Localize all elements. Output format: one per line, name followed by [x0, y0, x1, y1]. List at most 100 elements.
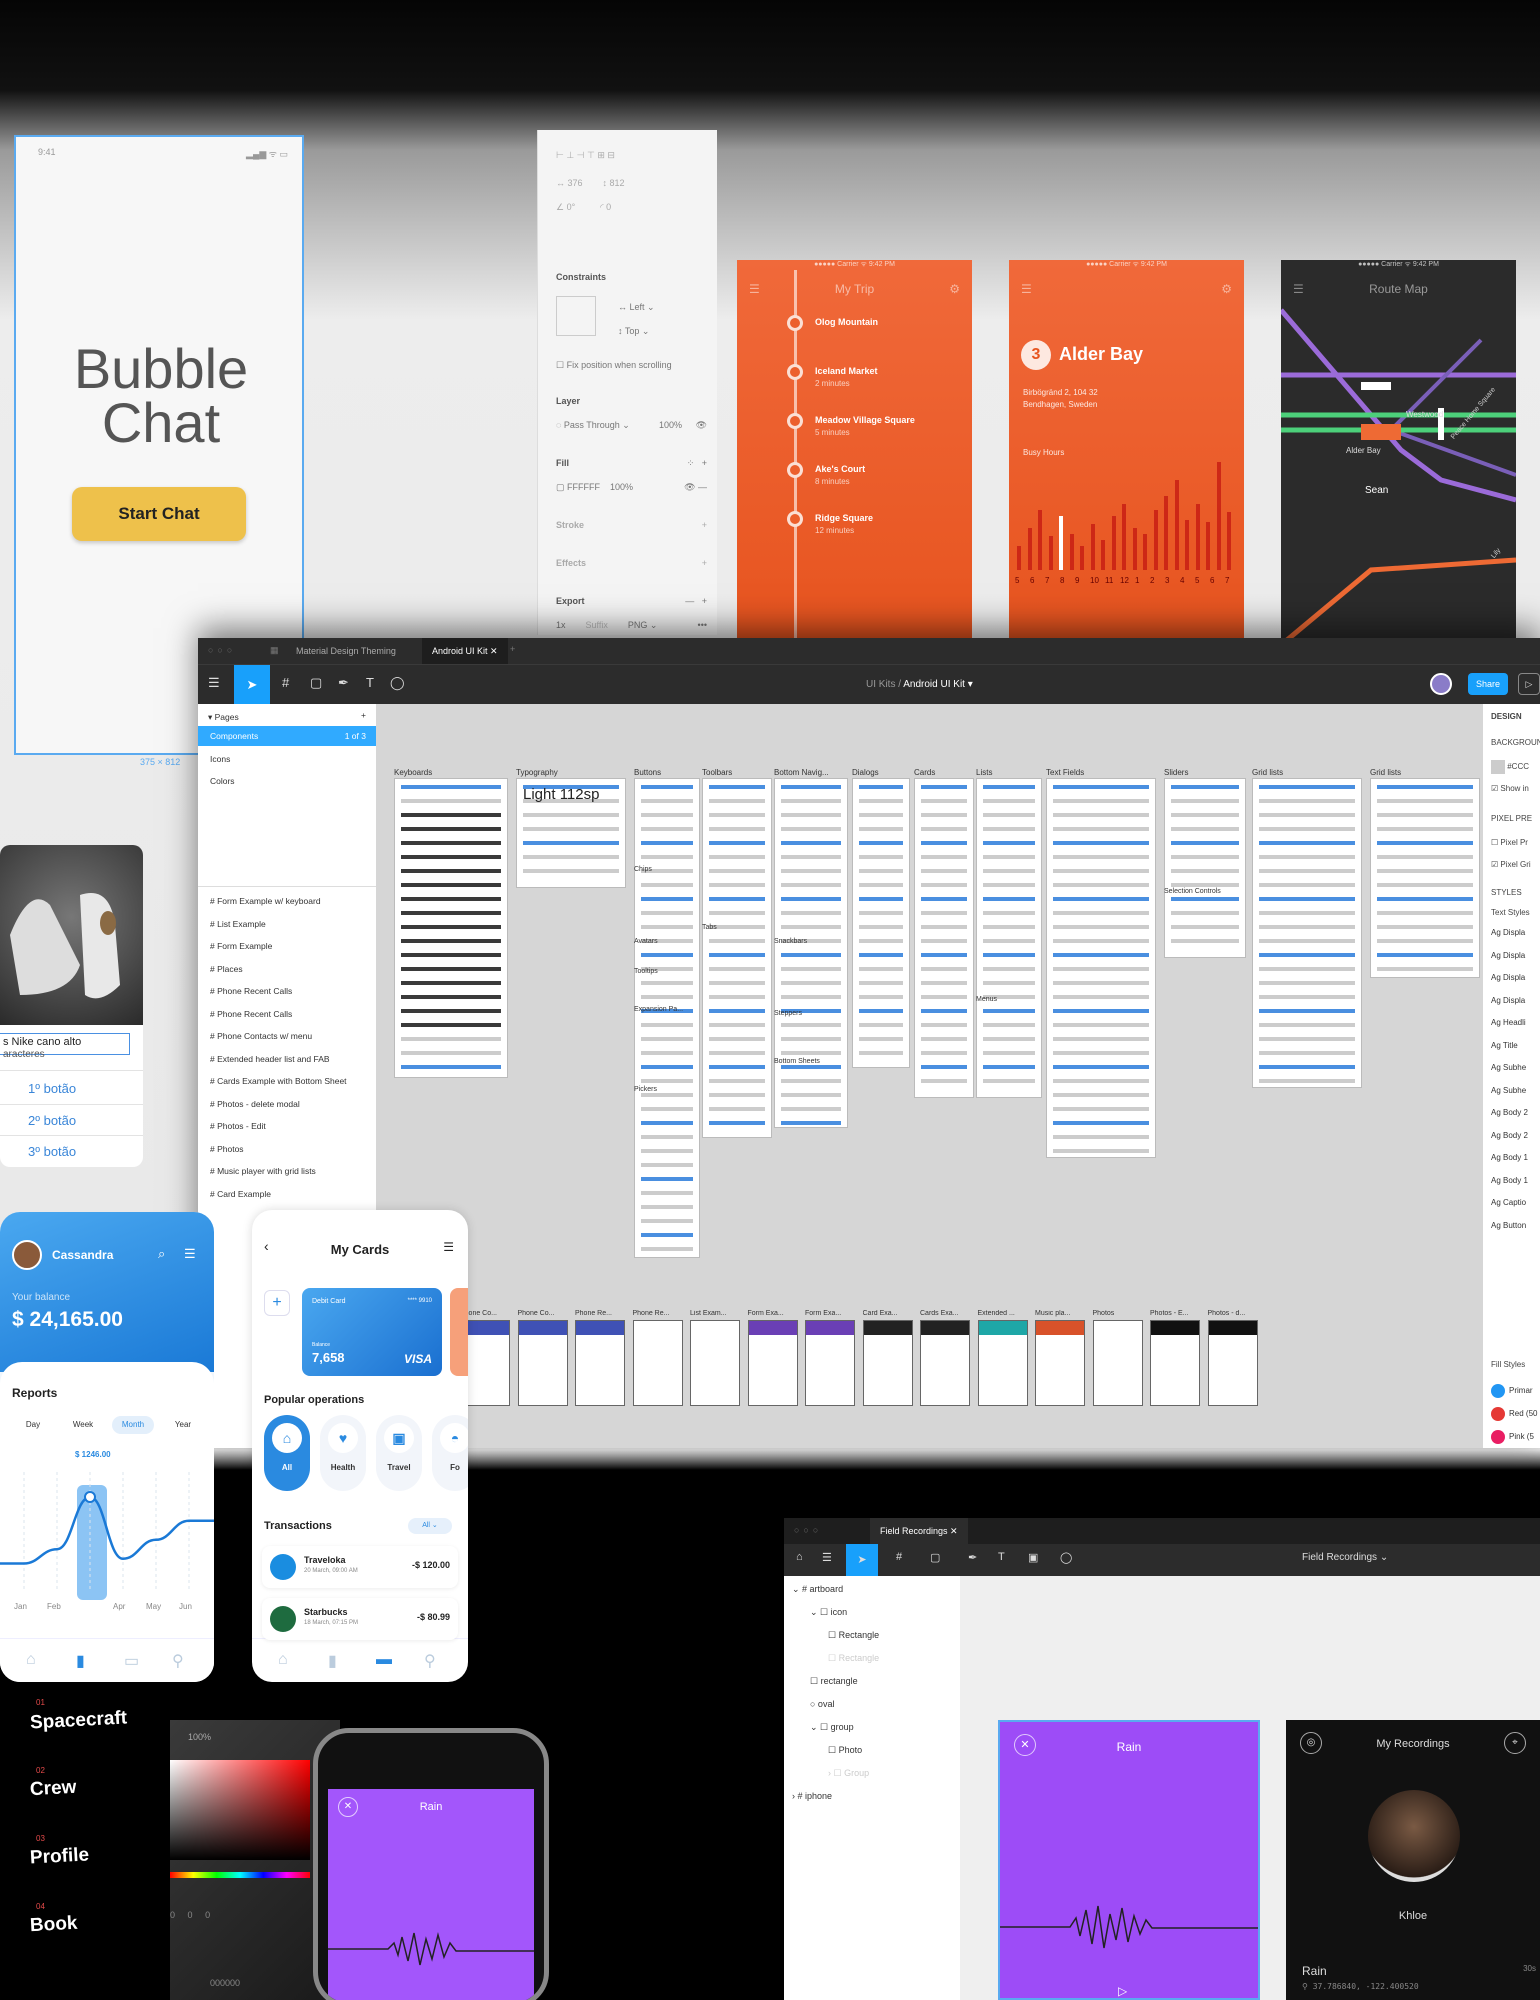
period-tab-week[interactable]: Week [62, 1416, 104, 1434]
trip-stop-marker[interactable] [787, 413, 803, 429]
settings-icon[interactable]: ⚙ [949, 282, 960, 296]
add-effect-icon[interactable]: + [556, 558, 707, 568]
constraint-top[interactable]: ↕ Top ⌄ [618, 326, 707, 337]
play-icon[interactable]: ▷ [1118, 1984, 1127, 1998]
menu-icon[interactable]: ☰ [822, 1551, 832, 1564]
space-item-crew[interactable]: Crew [29, 1777, 77, 1801]
route-map[interactable] [1281, 300, 1516, 640]
share-button[interactable]: Share [1468, 673, 1508, 695]
debit-card[interactable]: Debit Card **** 9910 Balance 7,658 VISA [302, 1288, 442, 1376]
screen-thumbnail[interactable] [862, 1320, 913, 1406]
transaction-row[interactable]: Traveloka 20 March, 09:00 AM -$ 120.00 [262, 1546, 458, 1588]
layer-item[interactable]: # Photos - delete modal [210, 1099, 300, 1109]
text-style-item[interactable]: Ag Subhe [1491, 1063, 1526, 1072]
product-name-input[interactable]: s Nike cano alto aracteres [0, 1033, 130, 1060]
text-style-item[interactable]: Ag Button [1491, 1221, 1526, 1230]
fill-style-item[interactable]: Red (50 [1491, 1407, 1537, 1421]
operation-fo[interactable]: ◓ Fo [432, 1415, 468, 1491]
text-style-item[interactable]: Ag Body 2 [1491, 1131, 1528, 1140]
window-controls[interactable]: ○○○ [208, 645, 236, 655]
start-chat-button[interactable]: Start Chat [72, 487, 246, 541]
avatar[interactable] [1430, 673, 1452, 695]
screen-thumbnail[interactable] [632, 1320, 683, 1406]
text-style-item[interactable]: Ag Displa [1491, 973, 1525, 982]
screen-thumbnail[interactable] [517, 1320, 568, 1406]
layer-item[interactable]: # Form Example w/ keyboard [210, 896, 321, 906]
text-tool-icon[interactable]: T [998, 1551, 1005, 1563]
comment-tool-icon[interactable]: ◯ [1060, 1551, 1072, 1564]
layer-item[interactable]: ☐ Rectangle [828, 1630, 879, 1641]
trip-stop-marker[interactable] [787, 364, 803, 380]
layer-item[interactable]: # List Example [210, 919, 266, 929]
image-tool-icon[interactable]: ▣ [1028, 1551, 1038, 1564]
component-frame[interactable] [1164, 778, 1246, 958]
window-controls[interactable]: ○○○ [794, 1525, 822, 1535]
layer-item[interactable]: ⌄ ☐ icon [810, 1607, 847, 1618]
layer-item[interactable]: ☐ Rectangle [828, 1653, 879, 1664]
trip-stop-marker[interactable] [787, 511, 803, 527]
new-tab-icon[interactable]: + [510, 644, 515, 654]
layer-item[interactable]: # Phone Recent Calls [210, 986, 292, 996]
filter-dropdown[interactable]: All ⌄ [408, 1518, 452, 1534]
layer-item[interactable]: # Music player with grid lists [210, 1166, 316, 1176]
first-button[interactable]: 1º botão [28, 1081, 76, 1096]
screen-thumbnail[interactable] [920, 1320, 970, 1406]
layer-item[interactable]: › ☐ Group [828, 1768, 869, 1779]
component-frame[interactable] [976, 778, 1042, 1098]
fill-style-item[interactable]: Pink (5 [1491, 1430, 1534, 1444]
menu-icon[interactable]: ☰ [443, 1240, 454, 1254]
chart-icon[interactable]: ▮ [328, 1651, 337, 1671]
constraints-widget[interactable] [556, 296, 596, 336]
layer-item[interactable]: › # iphone [792, 1791, 832, 1801]
layer-item[interactable]: ☐ Photo [828, 1745, 862, 1756]
pen-tool-icon[interactable]: ✒ [968, 1551, 977, 1564]
layer-item[interactable]: ☐ rectangle [810, 1676, 858, 1687]
text-style-item[interactable]: Ag Subhe [1491, 1086, 1526, 1095]
screen-thumbnail[interactable] [1150, 1320, 1200, 1406]
pen-tool-icon[interactable]: ✒ [338, 675, 349, 691]
page-colors[interactable]: Colors [210, 776, 235, 786]
align-icons[interactable]: ⊢ ⊥ ⊣ ⊤ ⊞ ⊟ [556, 150, 707, 161]
design-tab[interactable]: DESIGN [1491, 712, 1522, 721]
export-row[interactable]: 1x Suffix PNG ⌄ ••• [556, 620, 707, 631]
layer-item[interactable]: # Form Example [210, 941, 272, 951]
layer-item[interactable]: # Cards Example with Bottom Sheet [210, 1076, 347, 1086]
fill-row[interactable]: ▢ FFFFFF 100% 👁 — [556, 482, 707, 493]
operation-health[interactable]: ♥ Health [320, 1415, 366, 1491]
show-in-export[interactable]: ☑ Show in [1491, 784, 1529, 793]
component-frame[interactable] [702, 778, 772, 1138]
profile-icon[interactable]: ⚲ [172, 1651, 184, 1671]
screen-thumbnail[interactable] [977, 1320, 1028, 1406]
operation-travel[interactable]: ▣ Travel [376, 1415, 422, 1491]
text-style-item[interactable]: Ag Displa [1491, 951, 1525, 960]
screen-thumbnail[interactable] [575, 1320, 625, 1406]
add-stroke-icon[interactable]: + [556, 520, 707, 530]
period-tab-month[interactable]: Month [112, 1416, 154, 1434]
transaction-row[interactable]: Starbucks 18 March, 07:15 PM -$ 80.99 [262, 1598, 458, 1640]
component-frame[interactable] [852, 778, 910, 1068]
layer-item[interactable]: # Card Example [210, 1189, 271, 1199]
frame-tool-icon[interactable]: # [896, 1551, 902, 1563]
blend-mode-select[interactable]: ◌ Pass Through ⌄ 100% 👁 [556, 420, 707, 431]
text-tool-icon[interactable]: T [366, 675, 374, 690]
space-item-profile[interactable]: Profile [29, 1844, 89, 1869]
avatar[interactable] [12, 1240, 42, 1270]
component-frame[interactable] [1252, 778, 1362, 1088]
component-frame[interactable] [774, 778, 848, 1128]
operation-all[interactable]: ⌂ All [264, 1415, 310, 1491]
trip-stop-marker[interactable] [787, 315, 803, 331]
layer-item[interactable]: # Photos [210, 1144, 244, 1154]
pixel-grid-checkbox[interactable]: ☑ Pixel Gri [1491, 860, 1531, 869]
wallet-icon[interactable]: ▭ [124, 1651, 139, 1671]
menu-icon[interactable]: ☰ [184, 1246, 196, 1262]
constraint-left[interactable]: ↔ Left ⌄ [618, 302, 707, 313]
layer-item[interactable]: # Phone Recent Calls [210, 1009, 292, 1019]
space-item-book[interactable]: Book [29, 1913, 78, 1937]
screen-thumbnail[interactable] [690, 1320, 740, 1406]
search-icon[interactable]: ⌕ [158, 1246, 165, 1262]
layer-item[interactable]: # Places [210, 964, 243, 974]
fix-position-checkbox[interactable]: ☐ Fix position when scrolling [556, 360, 707, 371]
export-icons[interactable]: — + [556, 596, 707, 606]
component-frame[interactable] [394, 778, 508, 1078]
component-frame[interactable] [1046, 778, 1156, 1158]
